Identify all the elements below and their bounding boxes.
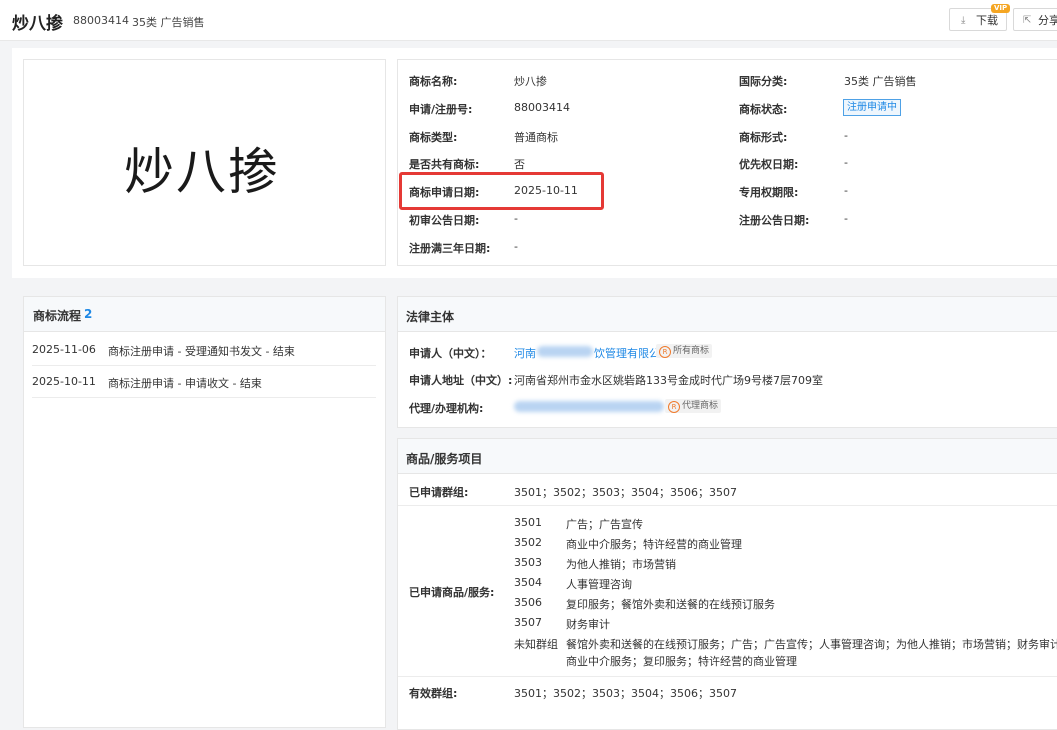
- prelim-label: 初审公告日期:: [409, 214, 480, 227]
- type-value: 普通商标: [514, 131, 558, 144]
- shared-label: 是否共有商标:: [409, 158, 480, 171]
- goods-title: 商品/服务项目: [406, 452, 483, 466]
- valid-groups-value: 3501；3502；3503；3504；3506；3507: [514, 687, 737, 700]
- prelim-value: -: [514, 212, 518, 225]
- unknown-group-line1: 餐馆外卖和送餐的在线预订服务；广告；广告宣传；人事管理咨询；为他人推销；市场营销…: [566, 638, 1057, 651]
- valid-groups-label: 有效群组:: [409, 687, 458, 700]
- reg-announce-value: -: [844, 212, 848, 225]
- name-label: 商标名称:: [409, 75, 458, 88]
- groups-label: 已申请群组:: [409, 486, 469, 499]
- appno-value: 88003414: [514, 101, 570, 114]
- trademark-flow-card: 商标流程 2 2025-11-06 商标注册申请 - 受理通知书发文 - 结束 …: [23, 296, 386, 728]
- intl-class-value: 35类 广告销售: [844, 75, 917, 88]
- goods-name: 财务审计: [566, 618, 610, 631]
- priority-value: -: [844, 156, 848, 169]
- redacted-blur: [537, 346, 593, 357]
- flow-header: 商标流程 2: [24, 297, 385, 332]
- reg-announce-label: 注册公告日期:: [739, 214, 810, 227]
- unknown-group-code: 未知群组: [514, 638, 558, 651]
- goods-code: 3504: [514, 576, 542, 589]
- items-label: 已申请商品/服务:: [409, 586, 495, 599]
- priority-label: 优先权日期:: [739, 158, 799, 171]
- goods-code: 3506: [514, 596, 542, 609]
- trademark-image[interactable]: 炒八掺: [23, 59, 386, 266]
- flow-item: 2025-11-06 商标注册申请 - 受理通知书发文 - 结束: [32, 333, 376, 366]
- form-value: -: [844, 129, 848, 142]
- flow-item: 2025-10-11 商标注册申请 - 申请收文 - 结束: [32, 365, 376, 398]
- flow-date: 2025-10-11: [32, 375, 96, 388]
- vip-badge: VIP: [991, 4, 1011, 13]
- legal-entity-card: 法律主体: [397, 296, 1057, 428]
- form-label: 商标形式:: [739, 131, 788, 144]
- goods-header: 商品/服务项目: [398, 439, 1057, 474]
- flow-title: 商标流程: [33, 309, 82, 323]
- divider: [398, 676, 1057, 677]
- trademark-info-card: [397, 59, 1057, 266]
- top-bar: 炒八掺 88003414 35类 广告销售 ⤓ 下载 VIP ⇱ 分享: [0, 0, 1057, 41]
- all-trademarks-tag[interactable]: R 所有商标: [656, 344, 713, 358]
- agent-trademarks-tag[interactable]: R 代理商标: [665, 399, 722, 413]
- status-badge: 注册申请中: [843, 99, 901, 116]
- goods-name: 人事管理咨询: [566, 578, 632, 591]
- status-label: 商标状态:: [739, 103, 788, 116]
- groups-value: 3501；3502；3503；3504；3506；3507: [514, 486, 737, 499]
- agent-label: 代理/办理机构:: [409, 402, 484, 415]
- goods-code: 3502: [514, 536, 542, 549]
- name-value: 炒八掺: [514, 75, 547, 88]
- trademark-image-text: 炒八掺: [124, 143, 280, 201]
- divider: [398, 505, 1057, 506]
- applicant-prefix[interactable]: 河南: [514, 345, 536, 361]
- three-year-value: -: [514, 240, 518, 253]
- goods-code: 3507: [514, 616, 542, 629]
- unknown-group-line2: 商业中介服务；复印服务；特许经营的商业管理: [566, 655, 797, 668]
- share-label: 分享: [1038, 14, 1057, 27]
- registered-icon: R: [659, 346, 671, 358]
- registered-icon: R: [668, 401, 680, 413]
- goods-code: 3501: [514, 516, 542, 529]
- exclusive-label: 专用权期限:: [739, 186, 799, 199]
- flow-date: 2025-11-06: [32, 343, 96, 356]
- download-icon: ⤓: [961, 15, 966, 26]
- legal-title: 法律主体: [406, 310, 455, 324]
- goods-name: 广告；广告宣传: [566, 518, 643, 531]
- goods-name: 复印服务；餐馆外卖和送餐的在线预订服务: [566, 598, 775, 611]
- type-label: 商标类型:: [409, 131, 458, 144]
- flow-count: 2: [84, 307, 93, 321]
- page-title: 炒八掺: [12, 14, 63, 34]
- redacted-blur: [514, 401, 664, 412]
- address-label: 申请人地址（中文）:: [409, 374, 513, 387]
- goods-name: 为他人推销；市场营销: [566, 558, 676, 571]
- applicant-label: 申请人（中文）：: [409, 347, 492, 360]
- legal-header: 法律主体: [398, 297, 1057, 332]
- share-button[interactable]: ⇱ 分享: [1013, 8, 1057, 31]
- share-icon: ⇱: [1023, 15, 1032, 26]
- agent-trademarks-label: 代理商标: [682, 401, 719, 411]
- three-year-label: 注册满三年日期:: [409, 242, 491, 255]
- flow-desc: 商标注册申请 - 申请收文 - 结束: [108, 377, 262, 390]
- class-label: 35类 广告销售: [132, 16, 205, 29]
- flow-desc: 商标注册申请 - 受理通知书发文 - 结束: [108, 345, 295, 358]
- all-trademarks-label: 所有商标: [673, 346, 710, 356]
- goods-code: 3503: [514, 556, 542, 569]
- goods-name: 商业中介服务；特许经营的商业管理: [566, 538, 742, 551]
- address-value: 河南省郑州市金水区姚砦路133号金成时代广场9号楼7层709室: [514, 374, 823, 387]
- appno-label: 申请/注册号:: [409, 103, 473, 116]
- highlight-box: [399, 172, 604, 210]
- intl-class-label: 国际分类:: [739, 75, 788, 88]
- registration-number: 88003414: [73, 14, 129, 27]
- shared-value: 否: [514, 158, 525, 171]
- exclusive-value: -: [844, 184, 848, 197]
